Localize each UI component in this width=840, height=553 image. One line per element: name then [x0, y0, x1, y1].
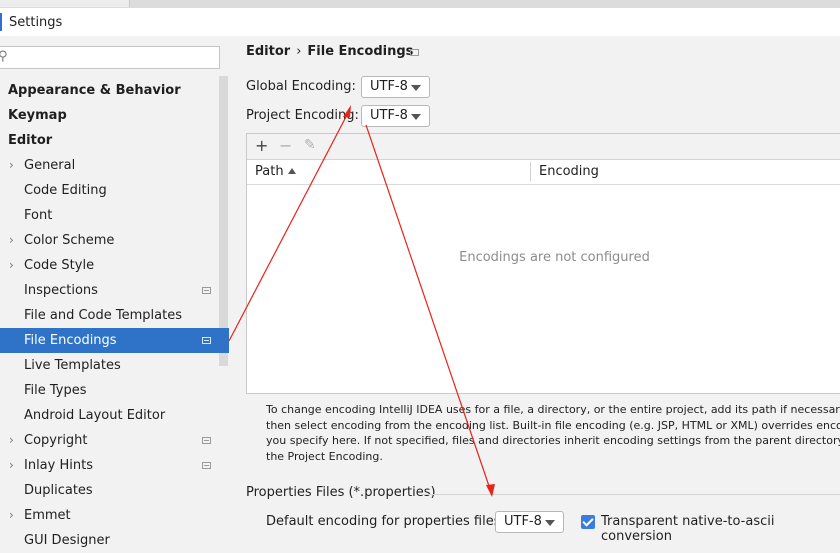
annotation-arrowhead [486, 484, 495, 497]
project-scope-icon [202, 437, 211, 444]
help-line: the Project Encoding. [266, 449, 383, 463]
help-text: To change encoding IntelliJ IDEA uses fo… [266, 402, 840, 464]
sidebar-item-keymap[interactable]: Keymap [0, 103, 229, 128]
search-input[interactable]: ⚲ [0, 46, 220, 69]
project-scope-icon [410, 49, 419, 56]
sort-ascending-icon [288, 168, 296, 174]
column-header-path[interactable]: Path [255, 164, 284, 179]
project-encoding-value: UTF-8 [370, 108, 408, 123]
column-header-encoding[interactable]: Encoding [539, 164, 599, 179]
title-bar: Settings [0, 8, 840, 36]
project-scope-icon [202, 287, 211, 294]
properties-encoding-value: UTF-8 [504, 514, 542, 529]
chevron-right-icon[interactable]: › [9, 153, 14, 178]
sidebar-item-editor[interactable]: Editor [0, 128, 229, 153]
chevron-right-icon[interactable]: › [9, 503, 14, 528]
properties-section-title: Properties Files (*.properties) [246, 485, 436, 500]
table-header: Path Encoding [247, 159, 840, 185]
column-divider[interactable] [530, 162, 531, 181]
chevron-down-icon [411, 85, 421, 91]
sidebar-item-gui-designer[interactable]: GUI Designer [0, 528, 229, 553]
encodings-table-panel: + − ✎ Path Encoding Encodings are not co… [246, 133, 840, 394]
section-divider [422, 494, 840, 495]
project-scope-icon [202, 462, 211, 469]
window-tab[interactable] [0, 0, 130, 7]
table-toolbar: + − ✎ [247, 134, 840, 160]
breadcrumb: Editor › File Encodings [246, 44, 419, 59]
chevron-right-icon[interactable]: › [9, 228, 14, 253]
sidebar-item-duplicates[interactable]: Duplicates [0, 478, 229, 503]
window-title: Settings [9, 15, 63, 30]
sidebar-item-inlay-hints[interactable]: › Inlay Hints [0, 453, 229, 478]
sidebar-item-code-style[interactable]: › Code Style [0, 253, 229, 278]
sidebar-item-color-scheme[interactable]: › Color Scheme [0, 228, 229, 253]
native-to-ascii-checkbox[interactable] [581, 515, 595, 529]
global-encoding-value: UTF-8 [370, 79, 408, 94]
breadcrumb-parent[interactable]: Editor [246, 44, 290, 59]
remove-icon[interactable]: − [279, 136, 292, 155]
settings-sidebar: ⚲ Appearance & Behavior Keymap Editor › G… [0, 36, 229, 553]
sidebar-item-code-editing[interactable]: Code Editing [0, 178, 229, 203]
chevron-right-icon[interactable]: › [9, 453, 14, 478]
add-icon[interactable]: + [255, 136, 268, 155]
sidebar-item-live-templates[interactable]: Live Templates [0, 353, 229, 378]
global-encoding-label: Global Encoding: [246, 79, 356, 94]
breadcrumb-current: File Encodings [307, 44, 414, 59]
properties-encoding-label: Default encoding for properties files: [266, 514, 505, 529]
sidebar-item-file-code-templates[interactable]: File and Code Templates [0, 303, 229, 328]
chevron-right-icon[interactable]: › [9, 253, 14, 278]
project-encoding-label: Project Encoding: [246, 108, 359, 123]
title-accent [0, 13, 2, 31]
sidebar-item-android-layout-editor[interactable]: Android Layout Editor [0, 403, 229, 428]
breadcrumb-separator: › [296, 44, 302, 59]
sidebar-item-copyright[interactable]: › Copyright [0, 428, 229, 453]
project-scope-icon [202, 337, 211, 344]
table-empty-text: Encodings are not configured [459, 250, 650, 265]
sidebar-item-appearance-behavior[interactable]: Appearance & Behavior [0, 78, 229, 103]
search-icon: ⚲ [0, 49, 8, 64]
chevron-down-icon [411, 114, 421, 120]
global-encoding-dropdown[interactable]: UTF-8 [361, 76, 430, 98]
help-line: To change encoding IntelliJ IDEA uses fo… [266, 403, 840, 416]
native-to-ascii-label[interactable]: Transparent native-to-ascii conversion [601, 514, 840, 544]
sidebar-item-general[interactable]: › General [0, 153, 229, 178]
sidebar-item-file-types[interactable]: File Types [0, 378, 229, 403]
help-line: you specify here. If not specified, file… [266, 434, 840, 447]
help-line: then select encoding from the encoding l… [266, 418, 840, 432]
sidebar-item-emmet[interactable]: › Emmet [0, 503, 229, 528]
sidebar-item-font[interactable]: Font [0, 203, 229, 228]
chevron-down-icon [545, 520, 555, 526]
properties-encoding-dropdown[interactable]: UTF-8 [495, 511, 564, 533]
sidebar-item-inspections[interactable]: Inspections [0, 278, 229, 303]
edit-icon[interactable]: ✎ [304, 137, 316, 153]
project-encoding-dropdown[interactable]: UTF-8 [361, 105, 430, 127]
top-tab-strip [0, 0, 840, 8]
sidebar-item-file-encodings[interactable]: File Encodings [0, 328, 229, 353]
chevron-right-icon[interactable]: › [9, 428, 14, 453]
